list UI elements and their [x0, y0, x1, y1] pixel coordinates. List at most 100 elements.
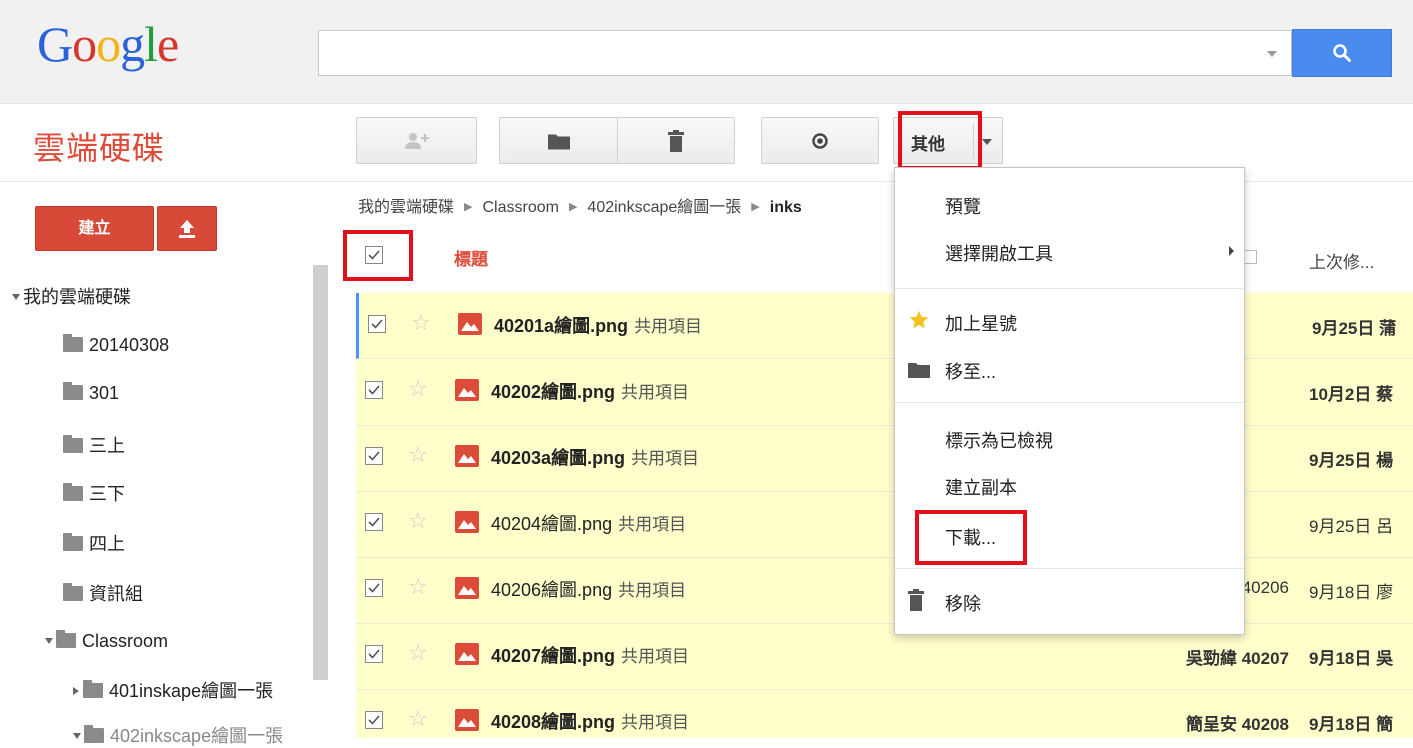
table-row[interactable]: ☆ 40202繪圖.png 共用項目 10月2日 蔡 — [356, 359, 1413, 426]
breadcrumb-item[interactable]: Classroom — [482, 199, 558, 216]
trash-icon — [908, 589, 924, 611]
shared-label: 共用項目 — [621, 383, 690, 402]
column-header-owner-checkbox[interactable] — [1243, 250, 1257, 264]
shared-label: 共用項目 — [618, 581, 687, 600]
shared-label: 共用項目 — [621, 713, 690, 732]
checkmark-icon — [368, 517, 380, 527]
star-icon[interactable]: ☆ — [408, 641, 428, 665]
google-logo[interactable]: Google — [37, 14, 179, 74]
drive-title[interactable]: 雲端硬碟 — [33, 128, 165, 168]
menu-item-add-star[interactable]: 加上星號 — [945, 310, 1017, 336]
table-row[interactable]: ☆ 40206繪圖.png 共用項目 40206 9月18日 廖 — [356, 557, 1413, 624]
file-owner: 40206 — [1241, 578, 1289, 597]
checkmark-icon — [368, 451, 380, 461]
file-name[interactable]: 40207繪圖.png 共用項目 — [491, 642, 689, 668]
table-row[interactable]: ☆ 40201a繪圖.png 共用項目 9月25日 蒲 — [356, 293, 1413, 359]
more-button[interactable]: 其他 — [893, 117, 1003, 164]
image-file-icon — [455, 445, 479, 467]
menu-item-remove[interactable]: 移除 — [945, 590, 981, 616]
star-icon[interactable]: ☆ — [408, 707, 428, 731]
collapse-arrow-icon[interactable] — [73, 687, 79, 695]
menu-item-move-to[interactable]: 移至... — [945, 358, 996, 384]
shared-label: 共用項目 — [631, 449, 700, 468]
table-row[interactable]: ☆ 40207繪圖.png 共用項目 吳勁緯 40207 9月18日 吳 — [356, 623, 1413, 690]
table-row[interactable]: ☆ 40204繪圖.png 共用項目 9月25日 呂 — [356, 491, 1413, 558]
tree-item-classroom[interactable]: Classroom — [45, 629, 168, 653]
file-name[interactable]: 40204繪圖.png 共用項目 — [491, 510, 686, 536]
star-icon[interactable]: ☆ — [408, 509, 428, 533]
column-header-title[interactable]: 標題 — [454, 245, 488, 270]
row-checkbox[interactable] — [365, 579, 383, 597]
checkmark-icon — [368, 583, 380, 593]
table-row[interactable]: ☆ 40203a繪圖.png 共用項目 9月25日 楊 — [356, 425, 1413, 492]
file-name[interactable]: 40201a繪圖.png 共用項目 — [494, 312, 702, 338]
menu-item-open-with[interactable]: 選擇開啟工具 — [945, 240, 1053, 266]
share-button[interactable] — [356, 117, 477, 164]
folder-icon — [908, 363, 930, 378]
file-name[interactable]: 40203a繪圖.png 共用項目 — [491, 444, 699, 470]
tree-item-folder[interactable]: 20140308 — [63, 333, 169, 357]
row-checkbox[interactable] — [368, 315, 386, 333]
tree-item-folder[interactable]: 四上 — [63, 532, 125, 556]
search-input[interactable] — [318, 30, 1292, 76]
breadcrumb: 我的雲端硬碟 ▶ Classroom ▶ 402inkscape繪圖一張 ▶ inks — [358, 193, 802, 217]
row-checkbox[interactable] — [365, 447, 383, 465]
menu-divider — [895, 568, 1244, 569]
file-name[interactable]: 40208繪圖.png 共用項目 — [491, 708, 689, 734]
tree-item-folder[interactable]: 301 — [63, 381, 119, 405]
row-checkbox[interactable] — [365, 711, 383, 729]
file-name[interactable]: 40202繪圖.png 共用項目 — [491, 378, 689, 404]
row-checkbox[interactable] — [365, 381, 383, 399]
image-file-icon — [455, 511, 479, 533]
table-row[interactable]: ☆ 40208繪圖.png 共用項目 簡呈安 40208 9月18日 簡 — [356, 689, 1413, 738]
checkmark-icon — [368, 385, 380, 395]
move-to-folder-button[interactable] — [499, 117, 618, 164]
expand-arrow-icon[interactable] — [12, 294, 20, 300]
star-icon — [909, 310, 929, 329]
image-file-icon — [455, 709, 479, 731]
tree-item-folder[interactable]: 401inskape繪圖一張 — [73, 679, 309, 703]
tree-item-folder[interactable]: 402inkscape繪圖一張 — [73, 724, 309, 748]
tree-item-my-drive[interactable]: 我的雲端硬碟 — [12, 285, 131, 309]
image-file-icon — [455, 379, 479, 401]
folder-icon — [63, 435, 83, 453]
file-name[interactable]: 40206繪圖.png 共用項目 — [491, 576, 686, 602]
expand-arrow-icon[interactable] — [45, 638, 53, 644]
row-checkbox[interactable] — [365, 645, 383, 663]
tree-item-folder[interactable]: 三下 — [63, 482, 125, 506]
tree-item-folder[interactable]: 資訊組 — [63, 582, 143, 606]
column-header-modified[interactable]: 上次修... — [1309, 248, 1374, 273]
menu-item-preview[interactable]: 預覽 — [945, 193, 981, 219]
folder-icon — [63, 483, 83, 501]
star-icon[interactable]: ☆ — [411, 311, 431, 335]
menu-divider — [895, 402, 1244, 403]
upload-button[interactable] — [157, 206, 217, 251]
breadcrumb-item[interactable]: 402inkscape繪圖一張 — [587, 199, 741, 216]
select-all-checkbox[interactable] — [365, 246, 383, 264]
folder-icon — [547, 134, 570, 149]
more-button-divider — [973, 124, 974, 158]
row-checkbox[interactable] — [365, 513, 383, 531]
star-icon[interactable]: ☆ — [408, 575, 428, 599]
create-button[interactable]: 建立 — [35, 206, 154, 251]
search-button[interactable] — [1292, 29, 1392, 77]
menu-item-download[interactable]: 下載... — [945, 524, 996, 550]
menu-item-make-copy[interactable]: 建立副本 — [945, 474, 1017, 500]
sidebar-scrollbar[interactable] — [313, 265, 328, 680]
star-icon[interactable]: ☆ — [408, 377, 428, 401]
delete-button[interactable] — [617, 117, 735, 164]
tree-item-folder[interactable]: 三上 — [63, 434, 125, 458]
breadcrumb-item[interactable]: 我的雲端硬碟 — [358, 199, 454, 216]
folder-icon — [63, 533, 83, 551]
checkmark-icon — [368, 250, 380, 260]
preview-button[interactable] — [761, 117, 879, 164]
breadcrumb-separator-icon: ▶ — [568, 201, 578, 213]
chevron-down-icon — [982, 139, 992, 145]
search-options-chevron-icon[interactable] — [1267, 51, 1277, 57]
menu-item-mark-viewed[interactable]: 標示為已檢視 — [945, 427, 1053, 453]
file-date: 9月25日 呂 — [1309, 517, 1394, 536]
file-date: 9月25日 楊 — [1309, 451, 1394, 470]
star-icon[interactable]: ☆ — [408, 443, 428, 467]
expand-arrow-icon[interactable] — [73, 733, 81, 739]
file-owner: 吳勁緯 40207 — [1186, 649, 1289, 668]
